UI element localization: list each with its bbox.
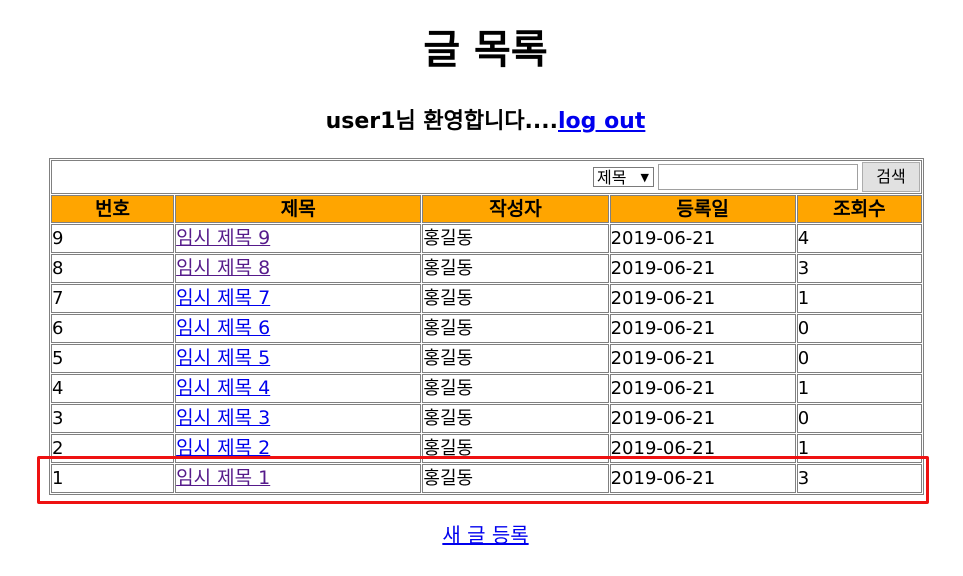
table-row: 3 임시 제목 3 홍길동 2019-06-21 0 [51, 404, 922, 433]
cell-writer: 홍길동 [422, 404, 609, 433]
highlight-box [37, 456, 929, 504]
cell-no: 8 [51, 254, 175, 283]
cell-title: 임시 제목 8 [175, 254, 422, 283]
search-keyword-input[interactable] [658, 164, 858, 190]
dropdown-arrow-icon: ▼ [640, 171, 649, 184]
cell-date: 2019-06-21 [609, 284, 796, 313]
cell-views: 0 [796, 344, 922, 373]
post-title-link[interactable]: 임시 제목 3 [176, 407, 270, 429]
search-condition-value: 제목 [597, 168, 627, 187]
new-post-link[interactable]: 새 글 등록 [442, 523, 528, 547]
table-body: 9 임시 제목 9 홍길동 2019-06-21 4 8 임시 제목 8 홍길동 2019-06… [51, 224, 922, 493]
new-post-container: 새 글 등록 [0, 520, 963, 550]
table-row: 8 임시 제목 8 홍길동 2019-06-21 3 [51, 254, 922, 283]
search-condition-select[interactable]: 제목 ▼ [593, 167, 654, 187]
post-title-link[interactable]: 임시 제목 8 [176, 257, 270, 279]
cell-date: 2019-06-21 [609, 404, 796, 433]
cell-title: 임시 제목 9 [175, 224, 422, 253]
cell-date: 2019-06-21 [609, 314, 796, 343]
cell-no: 7 [51, 284, 175, 313]
header-date: 등록일 [609, 195, 796, 223]
search-row: 제목 ▼ 검색 [51, 160, 922, 194]
cell-date: 2019-06-21 [609, 344, 796, 373]
cell-no: 4 [51, 374, 175, 403]
table-row: 4 임시 제목 4 홍길동 2019-06-21 1 [51, 374, 922, 403]
cell-views: 0 [796, 314, 922, 343]
cell-writer: 홍길동 [422, 284, 609, 313]
table-row: 9 임시 제목 9 홍길동 2019-06-21 4 [51, 224, 922, 253]
cell-date: 2019-06-21 [609, 374, 796, 403]
cell-title: 임시 제목 3 [175, 404, 422, 433]
cell-no: 9 [51, 224, 175, 253]
cell-views: 4 [796, 224, 922, 253]
search-button[interactable]: 검색 [862, 162, 920, 192]
post-title-link[interactable]: 임시 제목 6 [176, 317, 270, 339]
cell-writer: 홍길동 [422, 224, 609, 253]
post-title-link[interactable]: 임시 제목 5 [176, 347, 270, 369]
cell-date: 2019-06-21 [609, 254, 796, 283]
cell-title: 임시 제목 4 [175, 374, 422, 403]
cell-title: 임시 제목 7 [175, 284, 422, 313]
post-title-link[interactable]: 임시 제목 4 [176, 377, 270, 399]
cell-no: 3 [51, 404, 175, 433]
header-title: 제목 [175, 195, 422, 223]
cell-writer: 홍길동 [422, 314, 609, 343]
search-bar: 제목 ▼ 검색 [51, 160, 922, 194]
post-title-link[interactable]: 임시 제목 7 [176, 287, 270, 309]
table-header-row: 번호 제목 작성자 등록일 조회수 [51, 195, 922, 223]
page-title: 글 목록 [423, 27, 548, 73]
welcome-message: user1님 환영합니다....log out [0, 106, 963, 138]
cell-views: 0 [796, 404, 922, 433]
cell-no: 6 [51, 314, 175, 343]
logout-link[interactable]: log out [558, 109, 645, 134]
cell-views: 1 [796, 374, 922, 403]
post-title-link[interactable]: 임시 제목 9 [176, 227, 270, 249]
board-table: 제목 ▼ 검색 번호 제목 작성자 등록일 조회수 9 임시 제목 9 홍길동 2019-… [49, 158, 924, 495]
cell-writer: 홍길동 [422, 344, 609, 373]
cell-writer: 홍길동 [422, 374, 609, 403]
table-row: 7 임시 제목 7 홍길동 2019-06-21 1 [51, 284, 922, 313]
welcome-text: user1님 환영합니다.... [325, 109, 558, 134]
cell-title: 임시 제목 5 [175, 344, 422, 373]
table-row: 5 임시 제목 5 홍길동 2019-06-21 0 [51, 344, 922, 373]
cell-title: 임시 제목 6 [175, 314, 422, 343]
header-no: 번호 [51, 195, 175, 223]
cell-writer: 홍길동 [422, 254, 609, 283]
cell-views: 3 [796, 254, 922, 283]
cell-date: 2019-06-21 [609, 224, 796, 253]
header-writer: 작성자 [422, 195, 609, 223]
cell-no: 5 [51, 344, 175, 373]
header-views: 조회수 [796, 195, 922, 223]
cell-views: 1 [796, 284, 922, 313]
table-row: 6 임시 제목 6 홍길동 2019-06-21 0 [51, 314, 922, 343]
